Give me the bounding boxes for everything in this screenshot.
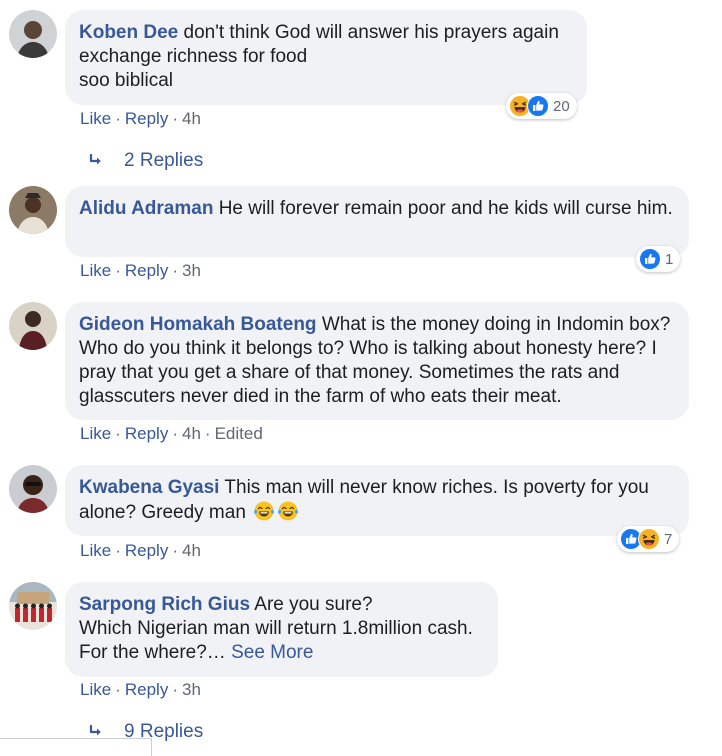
- timestamp[interactable]: 3h: [182, 680, 201, 699]
- tears-of-joy-icon: [253, 500, 275, 522]
- like-link[interactable]: Like: [80, 424, 111, 443]
- reaction-summary[interactable]: 7: [617, 526, 680, 552]
- comment-author[interactable]: Alidu Adraman: [79, 198, 213, 219]
- replies-label: 2 Replies: [124, 150, 204, 171]
- like-link[interactable]: Like: [80, 680, 111, 699]
- comment-actions: Like · Reply · 3h: [80, 680, 201, 699]
- avatar[interactable]: [9, 186, 57, 234]
- comment-bubble: Koben Dee don't think God will answer hi…: [65, 10, 587, 105]
- timestamp[interactable]: 4h: [182, 424, 201, 443]
- haha-icon: [638, 528, 660, 550]
- reply-link[interactable]: Reply: [125, 261, 168, 280]
- avatar[interactable]: [9, 582, 57, 630]
- like-link[interactable]: Like: [80, 109, 111, 128]
- reply-link[interactable]: Reply: [125, 541, 168, 560]
- reaction-count: 1: [665, 250, 674, 268]
- reply-link[interactable]: Reply: [125, 424, 168, 443]
- like-icon: [527, 95, 549, 117]
- reply-link[interactable]: Reply: [125, 109, 168, 128]
- tears-of-joy-icon: [277, 500, 299, 522]
- see-more-link[interactable]: See More: [231, 642, 313, 663]
- reaction-count: 7: [664, 530, 673, 548]
- comment-author[interactable]: Kwabena Gyasi: [79, 477, 219, 498]
- timestamp[interactable]: 4h: [182, 109, 201, 128]
- comment-actions: Like · Reply · 3h: [80, 261, 201, 280]
- comment-actions: Like · Reply · 4h: [80, 541, 201, 560]
- comment-bubble: Alidu Adraman He will forever remain poo…: [65, 186, 689, 257]
- reaction-count: 20: [553, 97, 570, 115]
- comment-text: He will forever remain poor and he kids …: [218, 198, 673, 219]
- overlay-edge: [0, 738, 152, 756]
- timestamp[interactable]: 3h: [182, 261, 201, 280]
- like-link[interactable]: Like: [80, 261, 111, 280]
- comment-actions: Like · Reply · 4h: [80, 109, 201, 128]
- comment-bubble: Kwabena Gyasi This man will never know r…: [65, 465, 689, 536]
- comment-bubble: Sarpong Rich Gius Are you sure? Which Ni…: [65, 582, 498, 677]
- comment-bubble: Gideon Homakah Boateng What is the money…: [65, 302, 689, 420]
- avatar[interactable]: [9, 10, 57, 58]
- edited-label: Edited: [214, 424, 263, 443]
- like-icon: [639, 248, 661, 270]
- comment-author[interactable]: Sarpong Rich Gius: [79, 594, 250, 615]
- reply-arrow-icon: [87, 152, 105, 170]
- like-link[interactable]: Like: [80, 541, 111, 560]
- timestamp[interactable]: 4h: [182, 541, 201, 560]
- comment-actions: Like · Reply · 4h · Edited: [80, 424, 263, 443]
- view-replies-link[interactable]: 2 Replies: [87, 150, 203, 172]
- reaction-summary[interactable]: 1: [636, 246, 681, 272]
- comment-author[interactable]: Gideon Homakah Boateng: [79, 314, 317, 335]
- avatar[interactable]: [9, 302, 57, 350]
- comment-author[interactable]: Koben Dee: [79, 22, 178, 43]
- reaction-summary[interactable]: 20: [506, 93, 577, 119]
- avatar[interactable]: [9, 465, 57, 513]
- reply-link[interactable]: Reply: [125, 680, 168, 699]
